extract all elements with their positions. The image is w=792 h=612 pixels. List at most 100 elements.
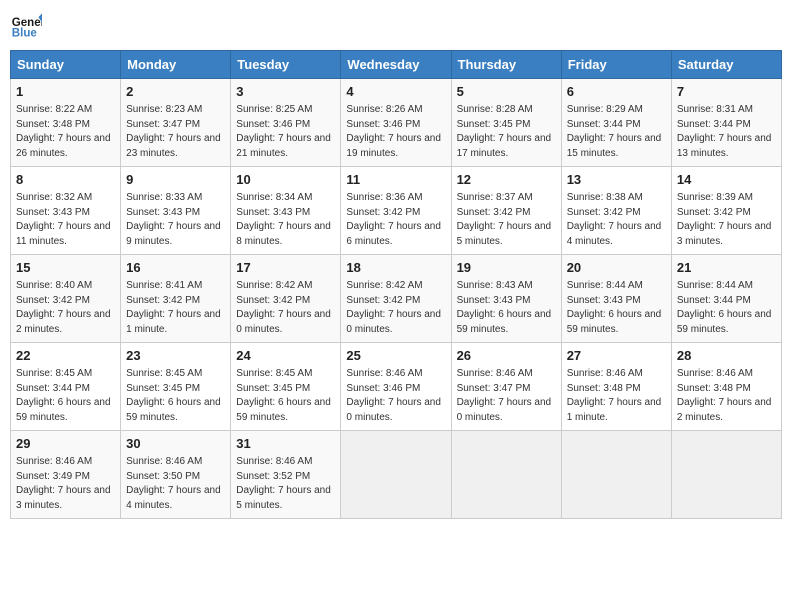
calendar-cell: 27Sunrise: 8:46 AMSunset: 3:48 PMDayligh… <box>561 343 671 431</box>
day-info: Sunrise: 8:40 AMSunset: 3:42 PMDaylight:… <box>16 279 115 337</box>
calendar-header-row: SundayMondayTuesdayWednesdayThursdayFrid… <box>11 51 782 79</box>
day-number: 29 <box>16 435 115 453</box>
calendar-cell: 21Sunrise: 8:44 AMSunset: 3:44 PMDayligh… <box>671 255 781 343</box>
calendar-cell: 29 Sunrise: 8:46 AMSunset: 3:49 PMDayligh… <box>11 431 121 519</box>
day-number: 25 <box>346 347 445 365</box>
day-number: 8 <box>16 171 115 189</box>
day-info: Sunrise: 8:46 AMSunset: 3:46 PMDaylight:… <box>346 367 445 425</box>
day-number: 20 <box>567 259 666 277</box>
day-info: Sunrise: 8:46 AMSunset: 3:49 PMDaylight:… <box>16 455 115 513</box>
day-info: Sunrise: 8:23 AMSunset: 3:47 PMDaylight:… <box>126 103 225 161</box>
day-info: Sunrise: 8:26 AMSunset: 3:46 PMDaylight:… <box>346 103 445 161</box>
calendar-cell: 18Sunrise: 8:42 AMSunset: 3:42 PMDayligh… <box>341 255 451 343</box>
calendar-cell: 4 Sunrise: 8:26 AMSunset: 3:46 PMDaylight… <box>341 79 451 167</box>
calendar-week-2: 8 Sunrise: 8:32 AMSunset: 3:43 PMDaylight… <box>11 167 782 255</box>
calendar-cell: 5 Sunrise: 8:28 AMSunset: 3:45 PMDaylight… <box>451 79 561 167</box>
calendar-cell: 16 Sunrise: 8:41 AMSunset: 3:42 PMDayligh… <box>121 255 231 343</box>
day-info: Sunrise: 8:42 AMSunset: 3:42 PMDaylight:… <box>346 279 445 337</box>
day-number: 19 <box>457 259 556 277</box>
calendar-cell: 25 Sunrise: 8:46 AMSunset: 3:46 PMDayligh… <box>341 343 451 431</box>
day-number: 26 <box>457 347 556 365</box>
header-tuesday: Tuesday <box>231 51 341 79</box>
calendar-table: SundayMondayTuesdayWednesdayThursdayFrid… <box>10 50 782 519</box>
calendar-cell <box>451 431 561 519</box>
day-number: 13 <box>567 171 666 189</box>
day-number: 30 <box>126 435 225 453</box>
day-number: 9 <box>126 171 225 189</box>
day-number: 4 <box>346 83 445 101</box>
calendar-cell: 31 Sunrise: 8:46 AMSunset: 3:52 PMDayligh… <box>231 431 341 519</box>
day-info: Sunrise: 8:31 AMSunset: 3:44 PMDaylight:… <box>677 103 776 161</box>
day-info: Sunrise: 8:29 AMSunset: 3:44 PMDaylight:… <box>567 103 666 161</box>
day-info: Sunrise: 8:41 AMSunset: 3:42 PMDaylight:… <box>126 279 225 337</box>
calendar-cell: 24 Sunrise: 8:45 AMSunset: 3:45 PMDayligh… <box>231 343 341 431</box>
day-number: 1 <box>16 83 115 101</box>
calendar-cell: 15 Sunrise: 8:40 AMSunset: 3:42 PMDayligh… <box>11 255 121 343</box>
day-number: 5 <box>457 83 556 101</box>
day-number: 14 <box>677 171 776 189</box>
day-info: Sunrise: 8:46 AMSunset: 3:52 PMDaylight:… <box>236 455 335 513</box>
day-number: 17 <box>236 259 335 277</box>
calendar-cell <box>561 431 671 519</box>
calendar-cell: 12 Sunrise: 8:37 AMSunset: 3:42 PMDayligh… <box>451 167 561 255</box>
day-info: Sunrise: 8:38 AMSunset: 3:42 PMDaylight:… <box>567 191 666 249</box>
day-number: 10 <box>236 171 335 189</box>
day-number: 28 <box>677 347 776 365</box>
day-info: Sunrise: 8:45 AMSunset: 3:44 PMDaylight:… <box>16 367 115 425</box>
day-info: Sunrise: 8:39 AMSunset: 3:42 PMDaylight:… <box>677 191 776 249</box>
calendar-body: 1 Sunrise: 8:22 AMSunset: 3:48 PMDaylight… <box>11 79 782 519</box>
header-sunday: Sunday <box>11 51 121 79</box>
calendar-cell <box>341 431 451 519</box>
day-number: 23 <box>126 347 225 365</box>
svg-text:Blue: Blue <box>12 28 38 40</box>
calendar-cell: 30 Sunrise: 8:46 AMSunset: 3:50 PMDayligh… <box>121 431 231 519</box>
day-info: Sunrise: 8:46 AMSunset: 3:50 PMDaylight:… <box>126 455 225 513</box>
calendar-cell: 22 Sunrise: 8:45 AMSunset: 3:44 PMDayligh… <box>11 343 121 431</box>
calendar-cell: 1 Sunrise: 8:22 AMSunset: 3:48 PMDaylight… <box>11 79 121 167</box>
header-friday: Friday <box>561 51 671 79</box>
day-info: Sunrise: 8:42 AMSunset: 3:42 PMDaylight:… <box>236 279 335 337</box>
day-info: Sunrise: 8:45 AMSunset: 3:45 PMDaylight:… <box>126 367 225 425</box>
day-info: Sunrise: 8:46 AMSunset: 3:48 PMDaylight:… <box>677 367 776 425</box>
day-info: Sunrise: 8:37 AMSunset: 3:42 PMDaylight:… <box>457 191 556 249</box>
day-info: Sunrise: 8:45 AMSunset: 3:45 PMDaylight:… <box>236 367 335 425</box>
calendar-week-5: 29 Sunrise: 8:46 AMSunset: 3:49 PMDayligh… <box>11 431 782 519</box>
logo-icon: General Blue <box>10 10 42 42</box>
calendar-week-1: 1 Sunrise: 8:22 AMSunset: 3:48 PMDaylight… <box>11 79 782 167</box>
day-number: 31 <box>236 435 335 453</box>
day-info: Sunrise: 8:32 AMSunset: 3:43 PMDaylight:… <box>16 191 115 249</box>
header-saturday: Saturday <box>671 51 781 79</box>
day-number: 27 <box>567 347 666 365</box>
day-number: 2 <box>126 83 225 101</box>
day-info: Sunrise: 8:25 AMSunset: 3:46 PMDaylight:… <box>236 103 335 161</box>
day-number: 16 <box>126 259 225 277</box>
day-number: 15 <box>16 259 115 277</box>
day-number: 12 <box>457 171 556 189</box>
page-header: General Blue <box>10 10 782 42</box>
calendar-cell: 6 Sunrise: 8:29 AMSunset: 3:44 PMDaylight… <box>561 79 671 167</box>
day-info: Sunrise: 8:46 AMSunset: 3:47 PMDaylight:… <box>457 367 556 425</box>
header-thursday: Thursday <box>451 51 561 79</box>
calendar-cell: 11 Sunrise: 8:36 AMSunset: 3:42 PMDayligh… <box>341 167 451 255</box>
day-number: 7 <box>677 83 776 101</box>
day-number: 21 <box>677 259 776 277</box>
calendar-cell: 10Sunrise: 8:34 AMSunset: 3:43 PMDayligh… <box>231 167 341 255</box>
day-number: 22 <box>16 347 115 365</box>
calendar-cell <box>671 431 781 519</box>
day-number: 6 <box>567 83 666 101</box>
calendar-cell: 28 Sunrise: 8:46 AMSunset: 3:48 PMDayligh… <box>671 343 781 431</box>
calendar-cell: 14 Sunrise: 8:39 AMSunset: 3:42 PMDayligh… <box>671 167 781 255</box>
calendar-cell: 26 Sunrise: 8:46 AMSunset: 3:47 PMDayligh… <box>451 343 561 431</box>
day-number: 24 <box>236 347 335 365</box>
day-info: Sunrise: 8:22 AMSunset: 3:48 PMDaylight:… <box>16 103 115 161</box>
day-info: Sunrise: 8:28 AMSunset: 3:45 PMDaylight:… <box>457 103 556 161</box>
day-number: 11 <box>346 171 445 189</box>
calendar-week-3: 15 Sunrise: 8:40 AMSunset: 3:42 PMDayligh… <box>11 255 782 343</box>
day-info: Sunrise: 8:36 AMSunset: 3:42 PMDaylight:… <box>346 191 445 249</box>
calendar-week-4: 22 Sunrise: 8:45 AMSunset: 3:44 PMDayligh… <box>11 343 782 431</box>
calendar-cell: 13 Sunrise: 8:38 AMSunset: 3:42 PMDayligh… <box>561 167 671 255</box>
header-wednesday: Wednesday <box>341 51 451 79</box>
calendar-cell: 20Sunrise: 8:44 AMSunset: 3:43 PMDayligh… <box>561 255 671 343</box>
calendar-cell: 7 Sunrise: 8:31 AMSunset: 3:44 PMDaylight… <box>671 79 781 167</box>
calendar-cell: 17 Sunrise: 8:42 AMSunset: 3:42 PMDayligh… <box>231 255 341 343</box>
